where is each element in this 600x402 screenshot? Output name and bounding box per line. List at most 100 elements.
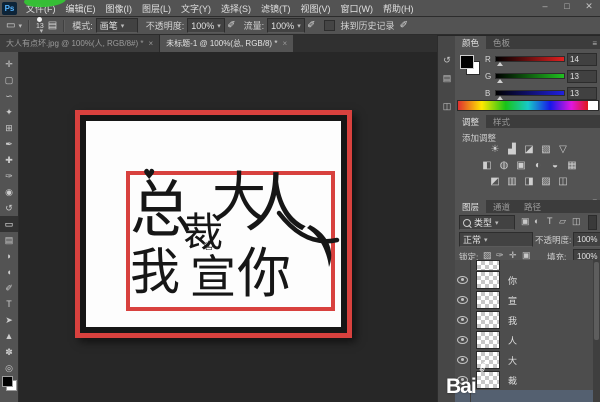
tool-quick-selection[interactable]: ✦ — [0, 104, 18, 120]
layer-opacity-value[interactable]: 100% — [573, 232, 600, 247]
adj-photo-filter-icon[interactable]: ◐ — [531, 159, 545, 171]
layers-scrollbar[interactable] — [593, 260, 600, 402]
adj-levels-icon[interactable]: ▟ — [505, 143, 519, 155]
menu-image[interactable]: 图像(I) — [101, 2, 138, 15]
adj-vibrance-icon[interactable]: ▽ — [556, 143, 570, 155]
scrollbar-thumb[interactable] — [594, 262, 599, 340]
menu-window[interactable]: 窗口(W) — [336, 2, 379, 15]
tool-history-brush[interactable]: ↺ — [0, 200, 18, 216]
layer-thumbnail[interactable] — [476, 291, 500, 309]
menu-edit[interactable]: 编辑(E) — [61, 2, 101, 15]
info-panel-icon[interactable]: ◫ — [440, 99, 454, 113]
menu-view[interactable]: 视图(V) — [296, 2, 336, 15]
tool-move[interactable]: ✛ — [0, 56, 18, 72]
tab-channels[interactable]: 通道 — [486, 200, 517, 213]
adj-invert-icon[interactable]: ◩ — [488, 175, 502, 187]
menu-help[interactable]: 帮助(H) — [378, 2, 419, 15]
tab-layers[interactable]: 图层 — [455, 200, 486, 213]
tool-spot-healing[interactable]: ✚ — [0, 152, 18, 168]
adj-hue-icon[interactable]: ◧ — [480, 159, 494, 171]
channel-g-value[interactable]: 13 — [567, 70, 597, 83]
tool-eraser[interactable]: ▭ — [0, 216, 18, 232]
history-panel-icon[interactable]: ↺ — [440, 53, 454, 67]
eye-icon[interactable] — [457, 296, 468, 304]
filter-smart-object-icon[interactable]: ◫ — [572, 216, 581, 227]
tab-paths[interactable]: 路径 — [517, 200, 548, 213]
adj-curves-icon[interactable]: ◪ — [522, 143, 536, 155]
filter-adjustment-layers-icon[interactable]: ◐ — [534, 216, 539, 226]
tab-swatches[interactable]: 色板 — [486, 36, 517, 49]
restore-button[interactable]: □ — [560, 1, 574, 12]
layer-row-xuan[interactable]: 宣 — [455, 290, 593, 311]
tab-styles[interactable]: 样式 — [486, 115, 517, 128]
adj-channel-mixer-icon[interactable]: ◒ — [548, 159, 562, 171]
document-tab-1[interactable]: 大人有点坏.jpg @ 100%(人, RGB/8#) * × — [0, 35, 160, 52]
close-button[interactable]: ✕ — [582, 1, 596, 12]
tool-zoom[interactable]: ◎ — [0, 360, 18, 376]
layer-thumbnail[interactable] — [476, 331, 500, 349]
document-tab-2[interactable]: 未标题-1 @ 100%(总, RGB/8) * × — [160, 35, 293, 52]
tool-dodge[interactable]: ◖ — [0, 264, 18, 280]
panel-menu-icon[interactable]: ≡ — [592, 39, 597, 48]
brush-panel-toggle-icon[interactable]: ▤ — [48, 20, 57, 31]
channel-g-slider-thumb[interactable] — [497, 79, 503, 83]
eye-icon[interactable] — [457, 356, 468, 364]
tool-eyedropper[interactable]: ✒ — [0, 136, 18, 152]
document-canvas[interactable]: ♥ 总 裁 大 人 我 ♔ 宣 你 — [75, 110, 352, 338]
filter-pixel-layers-icon[interactable]: ▣ — [521, 216, 530, 227]
layer-row-wo[interactable]: 我 — [455, 310, 593, 331]
filter-type-select[interactable]: 类型 — [459, 215, 515, 230]
blend-mode-select[interactable]: 正常 — [459, 232, 533, 247]
filter-group-layers-icon[interactable]: ▱ — [559, 216, 566, 227]
tool-clone-stamp[interactable]: ◉ — [0, 184, 18, 200]
tool-path-selection[interactable]: ➤ — [0, 312, 18, 328]
layer-thumbnail[interactable] — [476, 311, 500, 329]
tool-lasso[interactable]: ∽ — [0, 88, 18, 104]
adj-selective-color-icon[interactable]: ◫ — [556, 175, 570, 187]
tab-color[interactable]: 颜色 — [455, 36, 486, 49]
menu-layer[interactable]: 图层(L) — [137, 2, 176, 15]
tab-close-icon[interactable]: × — [149, 39, 154, 48]
erase-to-history-checkbox[interactable] — [324, 20, 335, 31]
mode-select[interactable]: 画笔 — [96, 18, 138, 33]
flow-select[interactable]: 100% — [267, 18, 305, 33]
adj-black-white-icon[interactable]: ▣ — [514, 159, 528, 171]
eye-icon[interactable] — [457, 336, 468, 344]
adj-exposure-icon[interactable]: ▧ — [539, 143, 553, 155]
tool-pen[interactable]: ✐ — [0, 280, 18, 296]
channel-g-slider[interactable] — [495, 73, 565, 79]
eye-icon[interactable] — [457, 316, 468, 324]
filter-toggle[interactable] — [588, 215, 597, 230]
tool-type[interactable]: T — [0, 296, 18, 312]
tool-brush[interactable]: ✑ — [0, 168, 18, 184]
channel-r-slider[interactable] — [495, 56, 565, 62]
color-spectrum-ramp[interactable] — [457, 100, 599, 111]
foreground-color-swatch[interactable] — [2, 376, 13, 387]
eye-icon[interactable] — [457, 276, 468, 284]
pressure-opacity-icon[interactable]: ✐ — [227, 20, 235, 31]
eraser-tool-preset-icon[interactable]: ▭ — [6, 20, 22, 31]
menu-filter[interactable]: 滤镜(T) — [256, 2, 296, 15]
canvas-workspace[interactable]: ♥ 总 裁 大 人 我 ♔ 宣 你 — [18, 52, 437, 402]
canvas-white-area[interactable]: ♥ 总 裁 大 人 我 ♔ 宣 你 — [86, 121, 341, 327]
tool-crop[interactable]: ⊞ — [0, 120, 18, 136]
channel-b-slider[interactable] — [495, 90, 565, 96]
adj-color-balance-icon[interactable]: ◍ — [497, 159, 511, 171]
foreground-swatch[interactable] — [460, 55, 474, 69]
tab-adjustments[interactable]: 调整 — [455, 115, 486, 128]
channel-b-value[interactable]: 13 — [567, 87, 597, 100]
tool-shape[interactable]: ▲ — [0, 328, 18, 344]
brush-preset-picker[interactable]: 13 — [36, 17, 44, 34]
channel-r-value[interactable]: 14 — [567, 53, 597, 66]
channel-r-slider-thumb[interactable] — [497, 62, 503, 66]
tab-close-icon[interactable]: × — [282, 39, 287, 48]
layer-row-ni[interactable]: 你 — [455, 270, 593, 291]
menu-select[interactable]: 选择(S) — [216, 2, 256, 15]
adj-brightness-icon[interactable]: ☀ — [488, 143, 502, 155]
properties-panel-icon[interactable]: ▤ — [440, 71, 454, 85]
minimize-button[interactable]: – — [538, 1, 552, 12]
airbrush-icon[interactable]: ✐ — [307, 20, 315, 31]
tool-blur[interactable]: ◗ — [0, 248, 18, 264]
menu-type[interactable]: 文字(Y) — [176, 2, 216, 15]
filter-type-layers-icon[interactable]: T — [547, 216, 553, 226]
